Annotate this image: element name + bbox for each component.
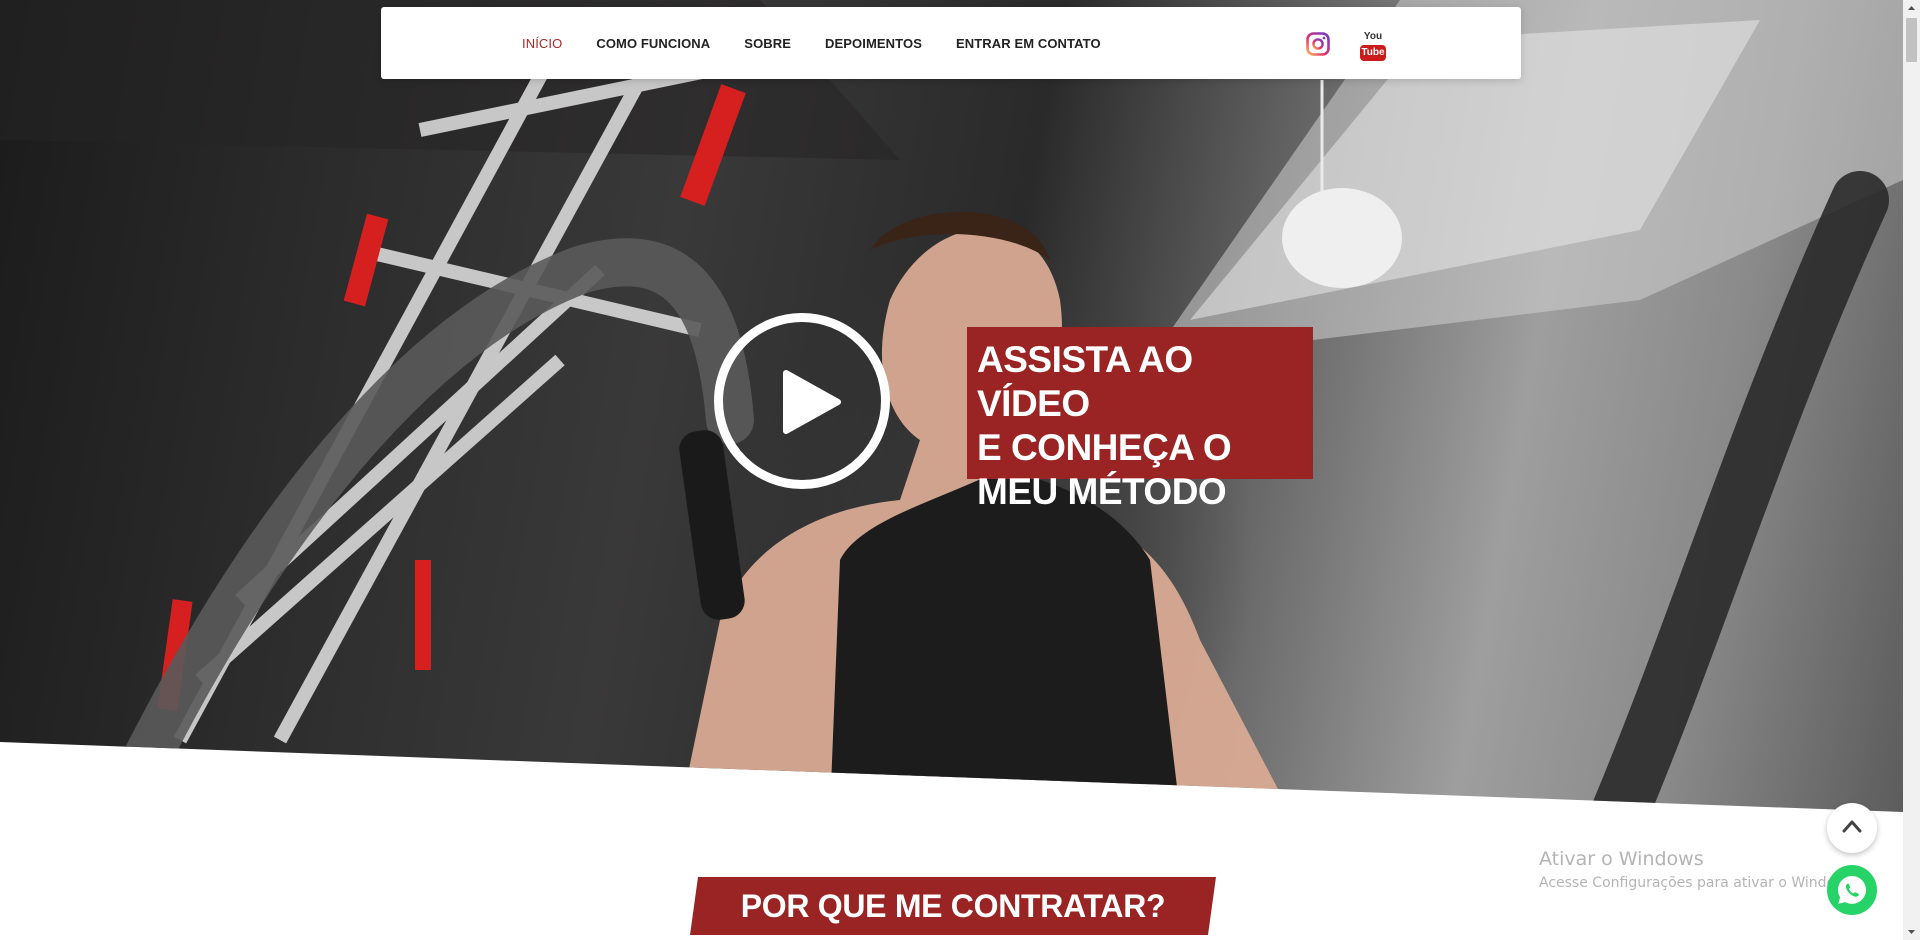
cta-line-3: MEU MÉTODO bbox=[977, 471, 1227, 512]
nav-link-entrar-em-contato[interactable]: ENTRAR EM CONTATO bbox=[956, 36, 1101, 51]
nav-link-como-funciona[interactable]: COMO FUNCIONA bbox=[596, 36, 710, 51]
top-navigation-bar: INÍCIO COMO FUNCIONA SOBRE DEPOIMENTOS E… bbox=[381, 7, 1521, 79]
cta-line-1: ASSISTA AO VÍDEO bbox=[977, 339, 1193, 424]
youtube-logo-text-bottom: Tube bbox=[1360, 45, 1386, 61]
gym-scene-illustration bbox=[0, 0, 1903, 812]
section-heading-banner: POR QUE ME CONTRATAR? bbox=[690, 877, 1216, 935]
scrollbar-thumb[interactable] bbox=[1906, 18, 1917, 62]
nav-link-sobre[interactable]: SOBRE bbox=[744, 36, 791, 51]
hero-background-image bbox=[0, 0, 1903, 812]
windows-activation-title: Ativar o Windows bbox=[1539, 848, 1704, 870]
scroll-down-arrow-icon[interactable] bbox=[1903, 923, 1920, 940]
video-play-button[interactable] bbox=[714, 313, 890, 489]
play-icon bbox=[783, 370, 841, 434]
nav-menu: INÍCIO COMO FUNCIONA SOBRE DEPOIMENTOS E… bbox=[522, 7, 1135, 79]
instagram-icon[interactable] bbox=[1306, 32, 1330, 56]
whatsapp-icon bbox=[1838, 876, 1866, 904]
scroll-up-arrow-icon[interactable] bbox=[1903, 0, 1920, 17]
youtube-logo-text-top: You bbox=[1363, 31, 1383, 42]
video-cta-box: ASSISTA AO VÍDEO E CONHEÇA O MEU MÉTODO bbox=[967, 327, 1313, 512]
windows-activation-subtitle: Acesse Configurações para ativar o Windo… bbox=[1539, 875, 1859, 891]
section-title: POR QUE ME CONTRATAR? bbox=[740, 887, 1166, 924]
back-to-top-button[interactable] bbox=[1827, 803, 1877, 853]
page: INÍCIO COMO FUNCIONA SOBRE DEPOIMENTOS E… bbox=[0, 0, 1903, 940]
page-scrollbar[interactable] bbox=[1903, 0, 1920, 940]
nav-link-depoimentos[interactable]: DEPOIMENTOS bbox=[825, 36, 922, 51]
whatsapp-button[interactable] bbox=[1827, 865, 1877, 915]
chevron-up-icon bbox=[1842, 820, 1862, 833]
cta-line-2: E CONHEÇA O bbox=[977, 427, 1232, 468]
youtube-icon[interactable]: You Tube bbox=[1360, 31, 1386, 63]
nav-link-inicio[interactable]: INÍCIO bbox=[522, 36, 562, 51]
